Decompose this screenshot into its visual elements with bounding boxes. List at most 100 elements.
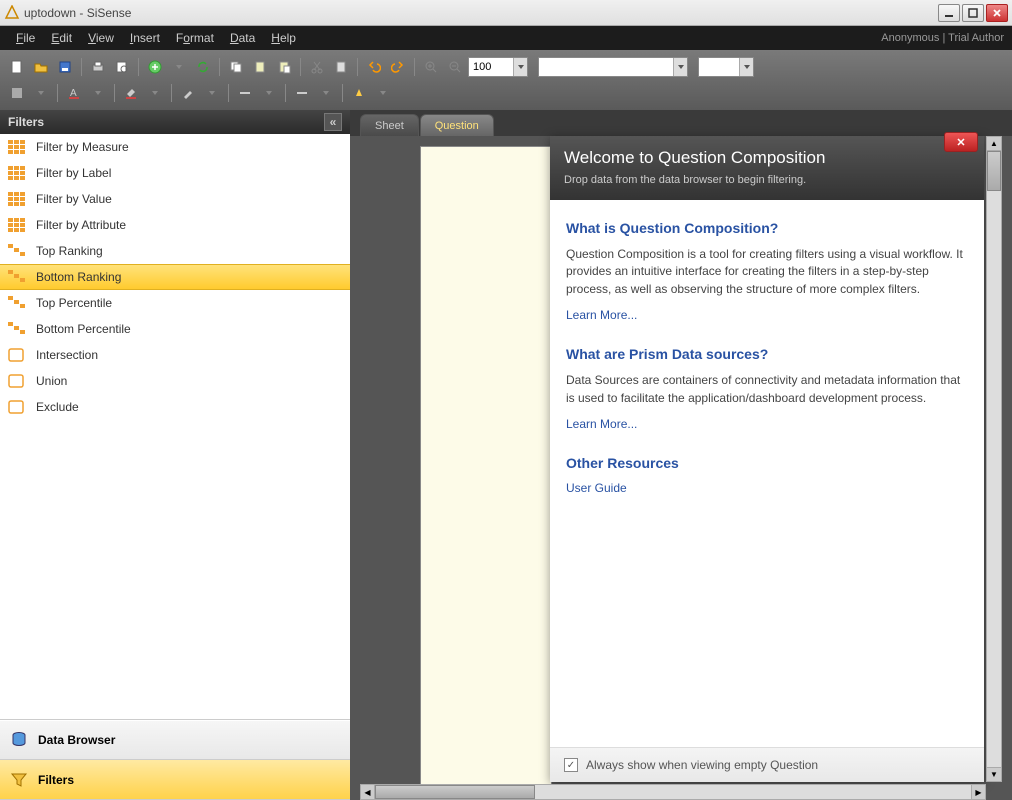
filter-icon [8,322,26,336]
sync-button[interactable] [192,56,214,78]
zoom-combo[interactable] [468,57,528,77]
zoom-out-button[interactable] [444,56,466,78]
menubar: File Edit View Insert Format Data Help A… [0,26,1012,50]
canvas[interactable] [420,146,552,790]
scroll-down-icon[interactable]: ▼ [987,767,1001,781]
brush-button[interactable] [177,82,199,104]
filter-item-filter-by-measure[interactable]: Filter by Measure [0,134,350,160]
clipboard-button[interactable] [330,56,352,78]
border-2-button[interactable] [291,82,313,104]
paste-button[interactable] [249,56,271,78]
open-button[interactable] [30,56,52,78]
welcome-section-heading: What is Question Composition? [566,220,968,236]
preview-button[interactable] [111,56,133,78]
tabs: SheetQuestion [350,110,1012,136]
filter-item-intersection[interactable]: Intersection [0,342,350,368]
save-button[interactable] [54,56,76,78]
funnel-icon [10,771,28,789]
fill-dropdown-icon[interactable] [144,82,166,104]
close-button[interactable] [986,4,1008,22]
welcome-section-heading: What are Prism Data sources? [566,346,968,362]
filter-item-filter-by-value[interactable]: Filter by Value [0,186,350,212]
border-1-button[interactable] [234,82,256,104]
sidebar-bottom: Data BrowserFilters [0,719,350,800]
scroll-right-icon[interactable]: ▶ [971,785,985,799]
undo-button[interactable] [363,56,385,78]
fill-color-button[interactable] [120,82,142,104]
style-2-button[interactable] [30,82,52,104]
tab-question[interactable]: Question [420,114,494,136]
menu-edit[interactable]: Edit [43,29,80,47]
print-button[interactable] [87,56,109,78]
add-button[interactable] [144,56,166,78]
combo-2[interactable] [698,57,754,77]
maximize-button[interactable] [962,4,984,22]
menu-file[interactable]: File [8,29,43,47]
zoom-in-button[interactable] [420,56,442,78]
welcome-section-heading: Other Resources [566,455,968,471]
sidebar-header: Filters « [0,110,350,134]
zoom-input[interactable] [469,61,513,73]
hscroll-thumb[interactable] [375,785,535,799]
sidebar-tab-filters[interactable]: Filters [0,760,350,800]
tab-sheet[interactable]: Sheet [360,114,419,136]
font-color-button[interactable]: A [63,82,85,104]
menu-data[interactable]: Data [222,29,263,47]
sidebar-tab-data-browser[interactable]: Data Browser [0,720,350,760]
cut-button[interactable] [306,56,328,78]
always-show-label: Always show when viewing empty Question [586,758,818,772]
canvas-wrap: ✕ Welcome to Question Composition Drop d… [350,136,1012,800]
zoom-dropdown-icon[interactable] [513,58,527,76]
filter-label: Intersection [36,348,98,362]
filter-label: Union [36,374,67,388]
app-icon [4,5,20,21]
dropdown-icon[interactable] [168,56,190,78]
scroll-up-icon[interactable]: ▲ [987,137,1001,151]
welcome-link[interactable]: User Guide [566,481,627,495]
collapse-sidebar-button[interactable]: « [324,113,342,131]
paste-special-button[interactable] [273,56,295,78]
filter-item-filter-by-attribute[interactable]: Filter by Attribute [0,212,350,238]
window-title: uptodown - SiSense [24,6,938,20]
always-show-checkbox[interactable]: ✓ [564,758,578,772]
filter-label: Filter by Measure [36,140,129,154]
border-2-dropdown-icon[interactable] [315,82,337,104]
style-1-button[interactable] [6,82,28,104]
border-1-dropdown-icon[interactable] [258,82,280,104]
effects-button[interactable] [348,82,370,104]
brush-dropdown-icon[interactable] [201,82,223,104]
font-dropdown-icon[interactable] [87,82,109,104]
redo-button[interactable] [387,56,409,78]
minimize-button[interactable] [938,4,960,22]
menu-view[interactable]: View [80,29,122,47]
filter-label: Exclude [36,400,79,414]
copy-button[interactable] [225,56,247,78]
welcome-link[interactable]: Learn More... [566,417,637,431]
menu-format[interactable]: Format [168,29,222,47]
filter-item-top-ranking[interactable]: Top Ranking [0,238,350,264]
filter-item-top-percentile[interactable]: Top Percentile [0,290,350,316]
filter-label: Filter by Attribute [36,218,126,232]
menu-help[interactable]: Help [263,29,304,47]
new-button[interactable] [6,56,28,78]
filter-label: Filter by Value [36,192,112,206]
vscroll-thumb[interactable] [987,151,1001,191]
filter-item-bottom-percentile[interactable]: Bottom Percentile [0,316,350,342]
filter-label: Filter by Label [36,166,111,180]
combo-1[interactable] [538,57,688,77]
vertical-scrollbar[interactable]: ▲ ▼ [986,136,1002,782]
filter-item-union[interactable]: Union [0,368,350,394]
filter-item-filter-by-label[interactable]: Filter by Label [0,160,350,186]
content-area: SheetQuestion ✕ Welcome to Question Comp… [350,110,1012,800]
effects-dropdown-icon[interactable] [372,82,394,104]
welcome-link[interactable]: Learn More... [566,308,637,322]
filter-item-exclude[interactable]: Exclude [0,394,350,420]
filter-icon [8,192,26,206]
welcome-panel: ✕ Welcome to Question Composition Drop d… [550,136,984,782]
welcome-close-button[interactable]: ✕ [944,132,978,152]
horizontal-scrollbar[interactable]: ◀ ▶ [360,784,986,800]
menu-insert[interactable]: Insert [122,29,168,47]
scroll-left-icon[interactable]: ◀ [361,785,375,799]
filter-item-bottom-ranking[interactable]: Bottom Ranking [0,264,350,290]
filter-icon [8,348,26,362]
